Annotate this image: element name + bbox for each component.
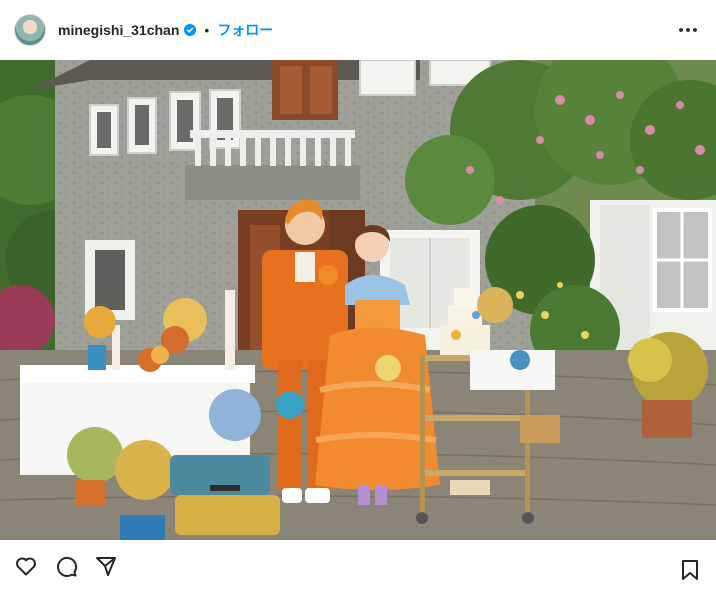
comment-icon[interactable] — [54, 554, 78, 578]
more-options-icon[interactable] — [676, 18, 700, 42]
avatar[interactable] — [14, 14, 46, 46]
follow-button[interactable]: フォロー — [217, 20, 273, 40]
bookmark-icon[interactable] — [678, 558, 702, 582]
heart-icon[interactable] — [14, 554, 38, 578]
separator-dot: • — [204, 22, 210, 38]
username-link[interactable]: minegishi_31chan — [58, 22, 179, 38]
action-bar — [0, 540, 716, 592]
wedding-photo-illustration — [0, 60, 716, 540]
verified-badge-icon — [184, 24, 197, 36]
share-icon[interactable] — [94, 554, 118, 578]
post-photo[interactable] — [0, 60, 716, 540]
post-header: minegishi_31chan • フォロー — [0, 0, 716, 60]
